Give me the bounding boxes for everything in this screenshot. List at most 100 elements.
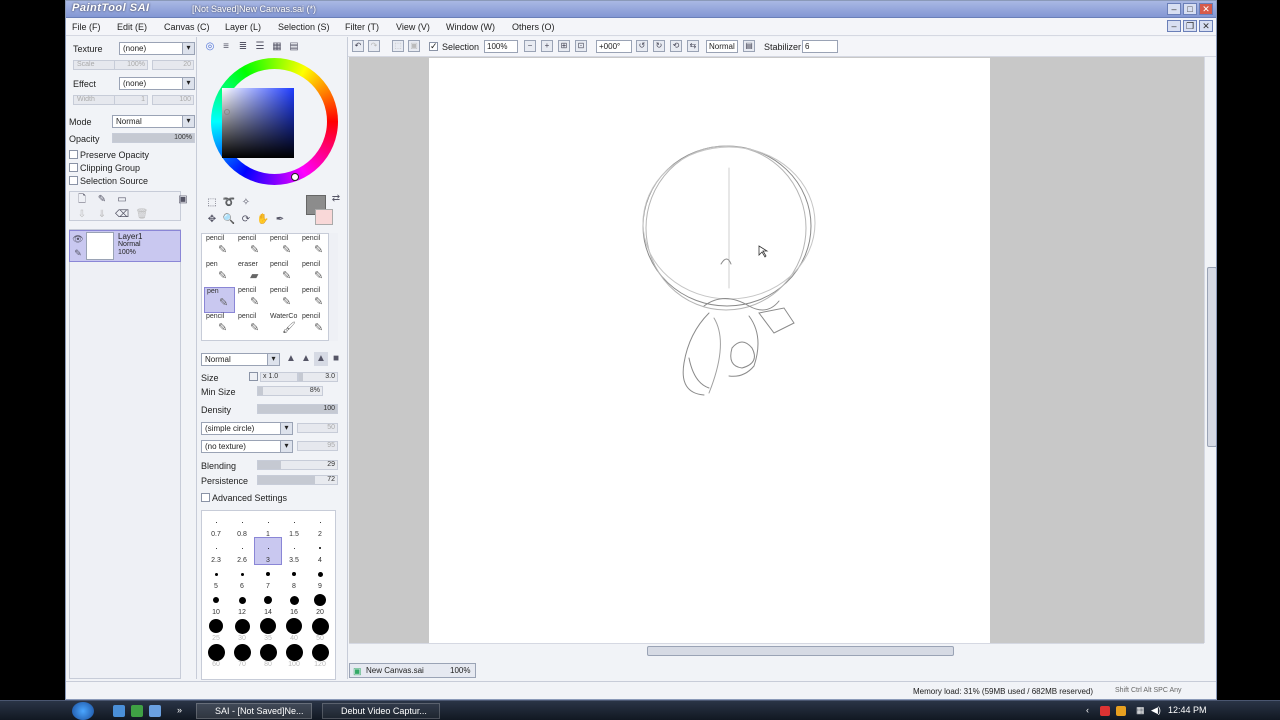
shape-sharp-icon[interactable]: ▲ — [284, 352, 298, 366]
desktop-icon[interactable] — [149, 705, 161, 717]
menu-view[interactable]: View (V) — [396, 22, 430, 32]
canvas-area[interactable] — [349, 57, 1204, 643]
scale-number[interactable]: 20 — [152, 60, 194, 70]
rotate-icon[interactable]: ⟳ — [239, 213, 253, 227]
brush-size-7[interactable]: 7 — [255, 564, 281, 590]
doc-minimize-button[interactable]: – — [1167, 20, 1181, 32]
mode-select[interactable]: Normal — [112, 115, 195, 128]
swap-colors-icon[interactable]: ⇄ — [329, 192, 343, 206]
brush-size-60[interactable]: 60 — [203, 642, 229, 668]
clipping-group-checkbox[interactable] — [69, 163, 78, 172]
delete-layer-icon[interactable]: 🗑 — [135, 208, 149, 222]
zoom-out-icon[interactable]: − — [524, 40, 536, 52]
brush-size-100[interactable]: 100 — [281, 642, 307, 668]
opacity-slider[interactable]: 100% — [112, 133, 195, 143]
brush-pencil[interactable]: pencil ✎ — [236, 287, 267, 313]
brush-size-10[interactable]: 10 — [203, 590, 229, 616]
new-folder-icon[interactable]: ▭ — [115, 193, 129, 207]
brush-size-1.5[interactable]: 1.5 — [281, 512, 307, 538]
brush-size-70[interactable]: 70 — [229, 642, 255, 668]
color-mixer-icon[interactable]: ☰ — [253, 40, 267, 54]
shape-medium-icon[interactable]: ▲ — [299, 352, 313, 366]
size-slider[interactable]: 3.0 — [298, 372, 338, 382]
width-number[interactable]: 100 — [152, 95, 194, 105]
network-icon[interactable]: ▦ — [1136, 705, 1145, 716]
close-button[interactable]: ✕ — [1199, 3, 1213, 15]
brush-size-14[interactable]: 14 — [255, 590, 281, 616]
color-wheel-icon[interactable]: ◎ — [203, 40, 217, 54]
preserve-opacity-checkbox[interactable] — [69, 150, 78, 159]
menu-file[interactable]: File (F) — [72, 22, 101, 32]
hsv-sliders-icon[interactable]: ≣ — [236, 40, 250, 54]
minimize-button[interactable]: – — [1167, 3, 1181, 15]
hue-marker[interactable] — [291, 173, 299, 181]
eyedropper-icon[interactable]: ✒ — [273, 213, 287, 227]
clear-layer-icon[interactable]: ⌫ — [115, 208, 129, 222]
zoom-in-icon[interactable]: + — [541, 40, 553, 52]
shape-strength[interactable]: 50 — [297, 423, 338, 433]
task-debut[interactable]: Debut Video Captur... — [322, 703, 440, 719]
brush-pencil[interactable]: pencil ✎ — [204, 235, 235, 261]
deselect-icon[interactable]: ⬚ — [392, 40, 404, 52]
vertical-scrollbar[interactable] — [1204, 57, 1216, 643]
selection-visible-checkbox[interactable] — [429, 41, 438, 52]
texture-strength[interactable]: 95 — [297, 441, 338, 451]
shape-flat-icon[interactable]: ■ — [329, 352, 343, 366]
ie-icon[interactable] — [113, 705, 125, 717]
rotate-right-icon[interactable]: ↻ — [653, 40, 665, 52]
magic-wand-icon[interactable]: ✧ — [239, 196, 253, 210]
brush-size-3[interactable]: 3 — [254, 537, 282, 565]
chrome-icon[interactable] — [131, 705, 143, 717]
more-quicklaunch-icon[interactable]: » — [177, 705, 182, 715]
fit-view-icon[interactable]: ⊡ — [575, 40, 587, 52]
rotate-reset-icon[interactable]: ⟲ — [670, 40, 682, 52]
menu-layer[interactable]: Layer (L) — [225, 22, 261, 32]
secondary-color-swatch[interactable] — [315, 209, 333, 225]
move-icon[interactable]: ✥ — [205, 213, 219, 227]
brush-pen[interactable]: pen ✎ — [204, 287, 235, 313]
menu-selection[interactable]: Selection (S) — [278, 22, 330, 32]
brush-pen[interactable]: pen ✎ — [204, 261, 235, 287]
brush-size-50[interactable]: 50 — [307, 616, 333, 642]
volume-icon[interactable]: ◀) — [1151, 705, 1161, 716]
selection-source-checkbox[interactable] — [69, 176, 78, 185]
brush-pencil[interactable]: pencil ✎ — [300, 313, 331, 339]
brush-size-80[interactable]: 80 — [255, 642, 281, 668]
color-picker-marker[interactable] — [224, 109, 230, 115]
saturation-value-square[interactable] — [222, 88, 294, 158]
brush-size-1[interactable]: 1 — [255, 512, 281, 538]
width-slider[interactable]: 1 — [114, 95, 148, 105]
horizontal-scrollbar[interactable] — [349, 643, 1204, 657]
horizontal-scroll-thumb[interactable] — [647, 646, 954, 656]
shape-soft-icon[interactable]: ▲ — [314, 352, 328, 366]
lasso-icon[interactable]: ➰ — [222, 196, 236, 210]
brush-size-30[interactable]: 30 — [229, 616, 255, 642]
drawing-canvas[interactable] — [429, 58, 990, 643]
tray-app2-icon[interactable] — [1116, 706, 1126, 716]
brush-blend-select[interactable]: Normal — [201, 353, 280, 366]
menu-window[interactable]: Window (W) — [446, 22, 495, 32]
hand-icon[interactable]: ✋ — [256, 213, 270, 227]
doc-close-button[interactable]: ✕ — [1199, 20, 1213, 32]
vertical-scroll-thumb[interactable] — [1207, 267, 1216, 447]
brush-pencil[interactable]: pencil ✎ — [236, 313, 267, 339]
new-linework-layer-icon[interactable]: ✎ — [95, 193, 109, 207]
tray-expand-icon[interactable]: ‹ — [1086, 705, 1089, 715]
blending-slider[interactable]: 29 — [257, 460, 338, 470]
brush-shape-select[interactable]: (simple circle) — [201, 422, 293, 435]
min-size-slider[interactable]: 8% — [257, 386, 323, 396]
new-layer-icon[interactable]: 🗋 — [75, 193, 89, 207]
transfer-down-icon[interactable]: ⇩ — [75, 208, 89, 222]
effect-select[interactable]: (none) — [119, 77, 195, 90]
zoom-icon[interactable]: 🔍 — [222, 213, 236, 227]
brush-waterco[interactable]: WaterCo 🖌 — [268, 313, 299, 339]
brush-size-35[interactable]: 35 — [255, 616, 281, 642]
texture-select[interactable]: (none) — [119, 42, 195, 55]
rgb-sliders-icon[interactable]: ≡ — [219, 40, 233, 54]
start-button[interactable] — [72, 702, 94, 720]
brush-size-0.7[interactable]: 0.7 — [203, 512, 229, 538]
layer-item[interactable]: 👁 ✎ Layer1 Normal 100% — [69, 230, 181, 262]
brush-size-25[interactable]: 25 — [203, 616, 229, 642]
brush-size-8[interactable]: 8 — [281, 564, 307, 590]
scratchpad-icon[interactable]: ▤ — [287, 40, 301, 54]
